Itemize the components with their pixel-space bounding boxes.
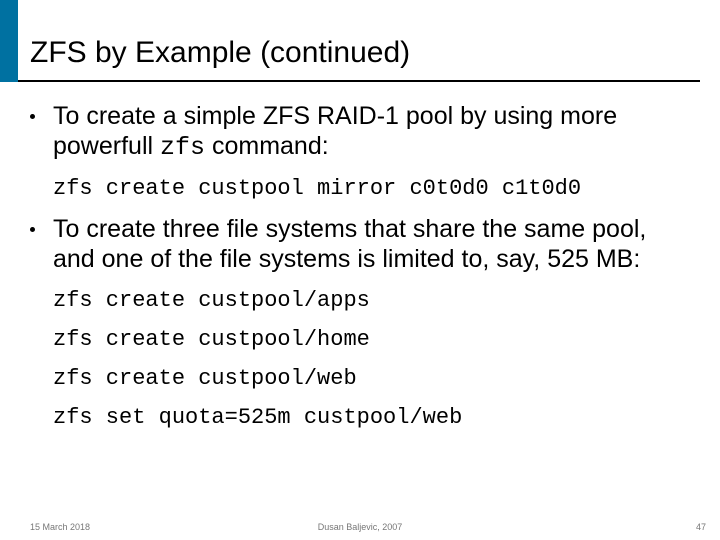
slide-title: ZFS by Example (continued) — [30, 36, 410, 70]
bullet-text: To create three file systems that share … — [53, 215, 690, 274]
inline-code: zfs — [160, 133, 205, 162]
slide-content: To create a simple ZFS RAID-1 pool by us… — [30, 102, 690, 444]
text-run: To create a simple ZFS RAID-1 pool by us… — [53, 102, 617, 160]
bullet-dot-icon — [30, 227, 35, 232]
code-line: zfs set quota=525m custpool/web — [53, 405, 690, 430]
text-run: command: — [205, 132, 329, 160]
code-line: zfs create custpool mirror c0t0d0 c1t0d0 — [53, 176, 690, 201]
code-block: zfs create custpool/apps zfs create cust… — [53, 288, 690, 430]
code-line: zfs create custpool/apps — [53, 288, 690, 313]
horizontal-rule — [18, 80, 700, 82]
bullet-dot-icon — [30, 114, 35, 119]
bullet-item: To create a simple ZFS RAID-1 pool by us… — [30, 102, 690, 162]
bullet-item: To create three file systems that share … — [30, 215, 690, 274]
footer-page-number: 47 — [696, 522, 706, 532]
accent-bar — [0, 0, 18, 82]
footer-author: Dusan Baljevic, 2007 — [0, 522, 720, 532]
code-line: zfs create custpool/home — [53, 327, 690, 352]
text-run: To create three file systems that share … — [53, 215, 646, 273]
code-line: zfs create custpool/web — [53, 366, 690, 391]
bullet-text: To create a simple ZFS RAID-1 pool by us… — [53, 102, 690, 162]
